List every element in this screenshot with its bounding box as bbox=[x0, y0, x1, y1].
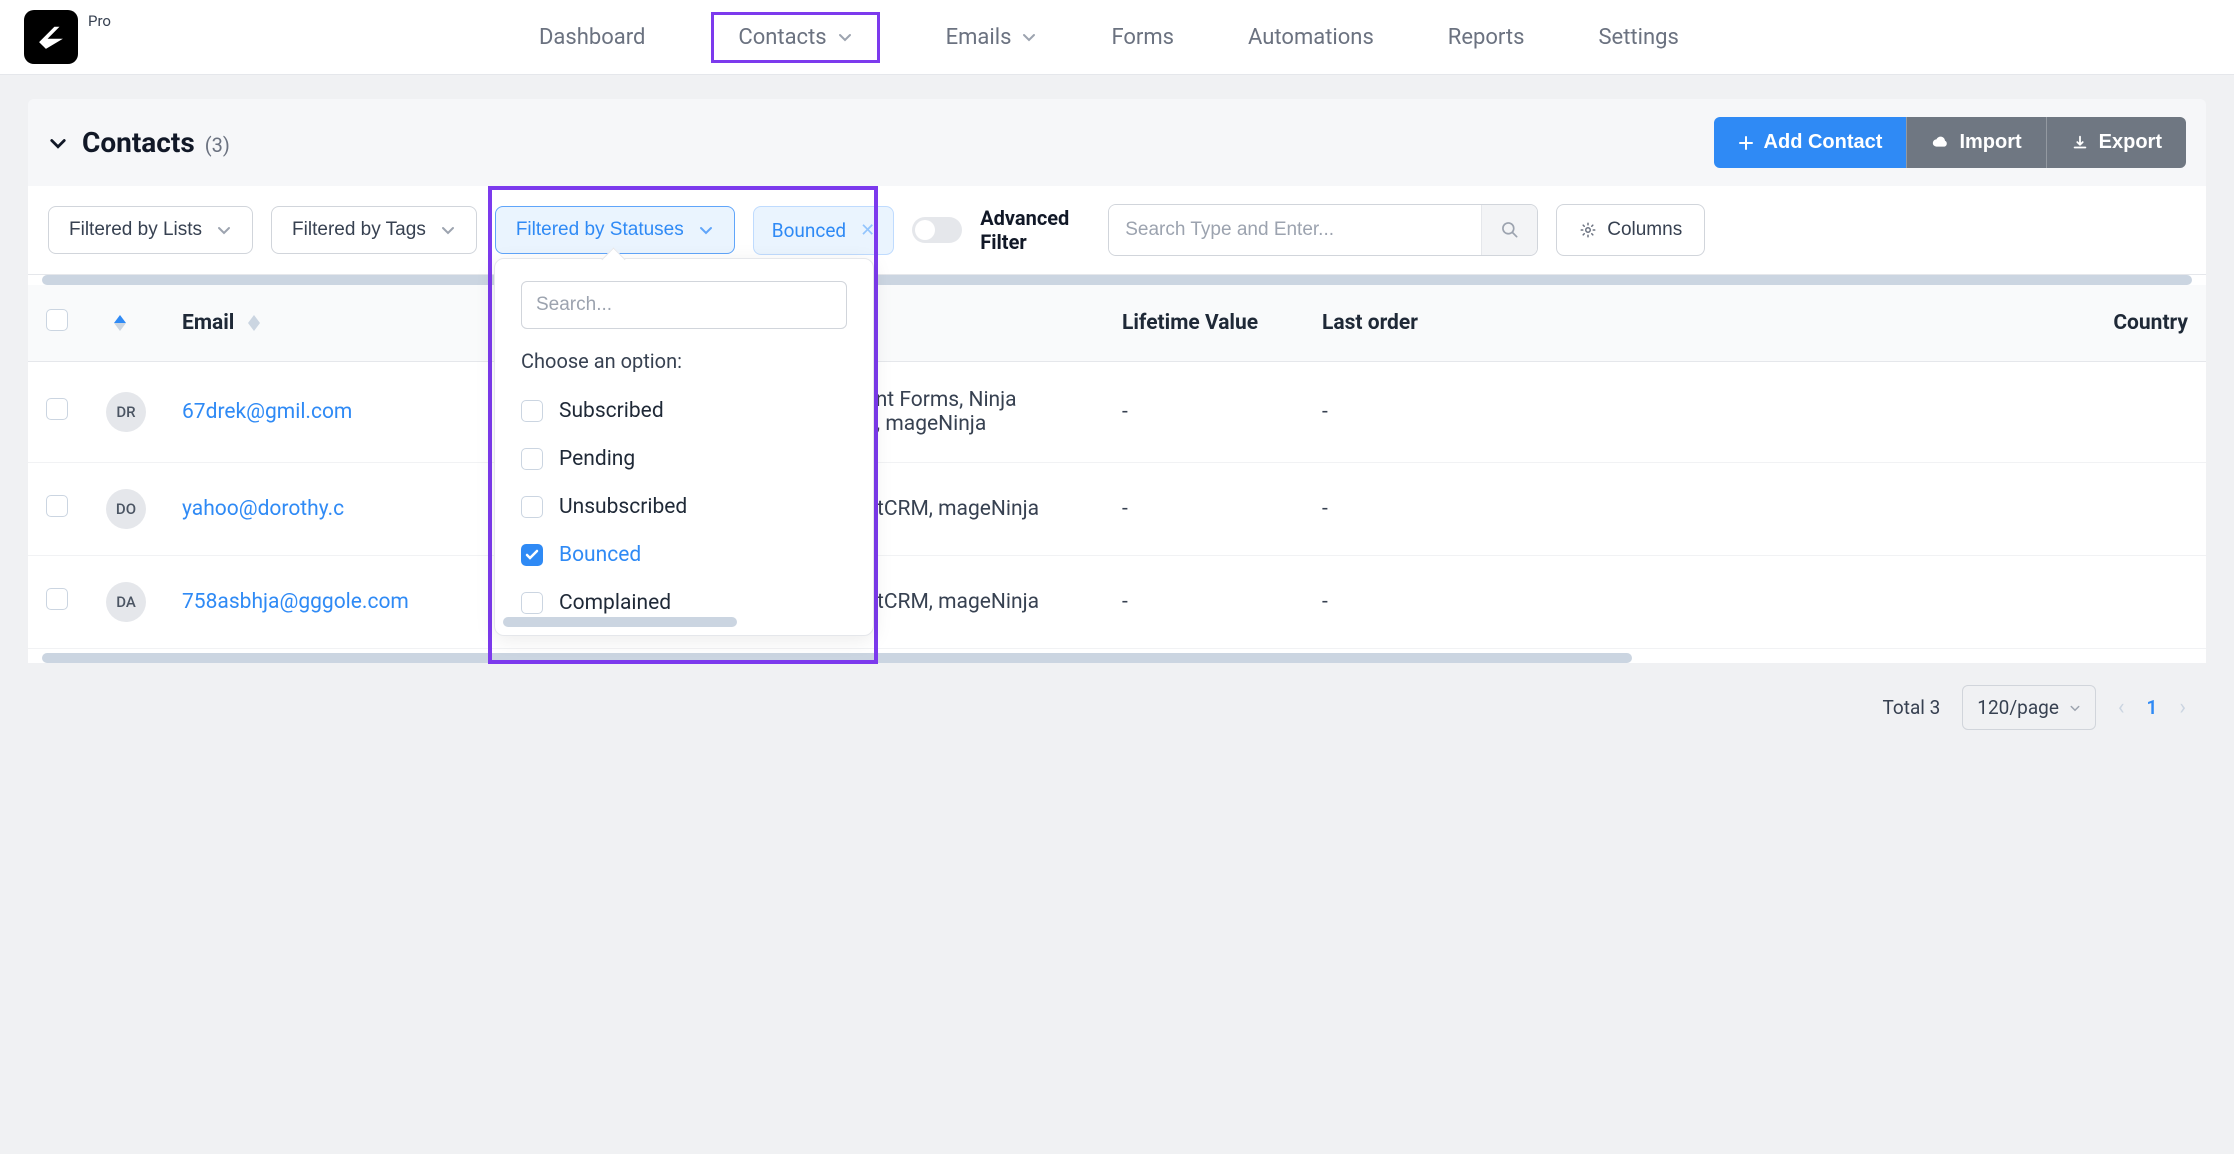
main-nav: Dashboard Contacts Emails Forms Automati… bbox=[531, 12, 1687, 63]
checkbox[interactable] bbox=[521, 400, 543, 422]
contact-last-order: - bbox=[1304, 556, 1504, 649]
search-icon bbox=[1500, 220, 1520, 240]
contact-lifetime: - bbox=[1104, 463, 1304, 556]
col-lifetime[interactable]: Lifetime Value bbox=[1104, 285, 1304, 362]
status-dropdown: Choose an option: SubscribedPendingUnsub… bbox=[494, 258, 874, 636]
plus-icon bbox=[1738, 135, 1754, 151]
header-actions: Add Contact Import Export bbox=[1714, 117, 2186, 168]
filter-lists[interactable]: Filtered by Lists bbox=[48, 206, 253, 254]
nav-contacts[interactable]: Contacts bbox=[711, 12, 879, 63]
contact-email-link[interactable]: 67drek@gmil.com bbox=[182, 400, 352, 424]
search-input[interactable] bbox=[1109, 205, 1481, 255]
table-row[interactable]: DO yahoo@dorothy.c Do o.io, FluentCRM, m… bbox=[28, 463, 2206, 556]
checkbox[interactable] bbox=[521, 592, 543, 614]
gear-icon bbox=[1579, 221, 1597, 239]
status-option-pending[interactable]: Pending bbox=[521, 435, 847, 483]
export-button[interactable]: Export bbox=[2046, 117, 2186, 168]
chevron-down-icon bbox=[216, 222, 232, 238]
chevron-down-icon bbox=[440, 222, 456, 238]
nav-dashboard[interactable]: Dashboard bbox=[531, 12, 653, 63]
table-row[interactable]: DA 758asbhja@gggole.com Da o.io, FluentC… bbox=[28, 556, 2206, 649]
status-dropdown-search[interactable] bbox=[521, 281, 847, 329]
filter-statuses[interactable]: Filtered by Statuses bbox=[495, 206, 735, 254]
chevron-down-icon[interactable] bbox=[48, 133, 68, 153]
filter-tags[interactable]: Filtered by Tags bbox=[271, 206, 477, 254]
chevron-down-icon bbox=[837, 29, 853, 45]
app-header: Pro Dashboard Contacts Emails Forms Auto… bbox=[0, 0, 2234, 75]
advanced-filter-toggle[interactable] bbox=[912, 217, 962, 243]
contact-lifetime: - bbox=[1104, 362, 1304, 463]
status-option-subscribed[interactable]: Subscribed bbox=[521, 387, 847, 435]
chevron-down-icon bbox=[2069, 702, 2081, 714]
row-checkbox[interactable] bbox=[46, 495, 68, 517]
select-all-checkbox[interactable] bbox=[46, 309, 68, 331]
search-box[interactable] bbox=[1108, 204, 1538, 256]
advanced-filter-label: Advanced Filter bbox=[980, 206, 1090, 254]
close-icon[interactable]: ✕ bbox=[860, 220, 875, 241]
checkbox[interactable] bbox=[521, 544, 543, 566]
dropdown-heading: Choose an option: bbox=[521, 349, 847, 373]
per-page-select[interactable]: 120/page bbox=[1962, 685, 2096, 730]
row-checkbox[interactable] bbox=[46, 588, 68, 610]
chevron-down-icon bbox=[1021, 29, 1037, 45]
col-country[interactable]: Country bbox=[1504, 285, 2206, 362]
download-icon bbox=[2071, 134, 2089, 152]
nav-settings[interactable]: Settings bbox=[1590, 12, 1686, 63]
scrollbar-horiz-top[interactable] bbox=[42, 275, 2192, 285]
contacts-table: Email Na nies Lifetime Value Last order … bbox=[28, 285, 2206, 649]
chevron-down-icon bbox=[698, 222, 714, 238]
contact-last-order: - bbox=[1304, 463, 1504, 556]
search-button[interactable] bbox=[1481, 205, 1537, 255]
pager-next[interactable]: › bbox=[2179, 695, 2186, 720]
checkbox[interactable] bbox=[521, 448, 543, 470]
pager-prev[interactable]: ‹ bbox=[2118, 695, 2125, 720]
logo-icon bbox=[34, 20, 68, 54]
pager: Total 3 120/page ‹ 1 › bbox=[28, 667, 2206, 748]
columns-button[interactable]: Columns bbox=[1556, 204, 1705, 256]
pro-label: Pro bbox=[88, 12, 111, 30]
logo-wrap: Pro bbox=[24, 10, 111, 64]
filter-chip-bounced[interactable]: Bounced ✕ bbox=[753, 206, 894, 255]
status-option-bounced[interactable]: Bounced bbox=[521, 531, 847, 579]
contact-email-link[interactable]: 758asbhja@gggole.com bbox=[182, 590, 409, 614]
contact-lifetime: - bbox=[1104, 556, 1304, 649]
contact-count: (3) bbox=[205, 133, 230, 157]
contact-last-order: - bbox=[1304, 362, 1504, 463]
avatar: DA bbox=[106, 582, 146, 622]
page-title: Contacts (3) bbox=[82, 126, 230, 159]
page-header: Contacts (3) Add Contact Import Export bbox=[28, 99, 2206, 186]
scrollbar-horiz-bottom[interactable] bbox=[42, 653, 1632, 663]
avatar: DO bbox=[106, 489, 146, 529]
cloud-import-icon bbox=[1931, 134, 1949, 152]
sort-control[interactable] bbox=[248, 315, 260, 331]
contact-email-link[interactable]: yahoo@dorothy.c bbox=[182, 497, 344, 521]
col-last-order[interactable]: Last order bbox=[1304, 285, 1504, 362]
nav-emails[interactable]: Emails bbox=[938, 12, 1046, 63]
status-option-unsubscribed[interactable]: Unsubscribed bbox=[521, 483, 847, 531]
row-checkbox[interactable] bbox=[46, 398, 68, 420]
nav-reports[interactable]: Reports bbox=[1440, 12, 1533, 63]
nav-forms[interactable]: Forms bbox=[1103, 12, 1182, 63]
pager-page[interactable]: 1 bbox=[2147, 696, 2158, 719]
app-logo bbox=[24, 10, 78, 64]
sort-control[interactable] bbox=[114, 315, 126, 331]
checkbox[interactable] bbox=[521, 496, 543, 518]
nav-automations[interactable]: Automations bbox=[1240, 12, 1382, 63]
contacts-table-wrap: Email Na nies Lifetime Value Last order … bbox=[28, 275, 2206, 663]
filter-bar: Filtered by Lists Filtered by Tags Filte… bbox=[28, 186, 2206, 275]
pager-total: Total 3 bbox=[1882, 696, 1940, 719]
col-email[interactable]: Email bbox=[164, 285, 504, 362]
avatar: DR bbox=[106, 392, 146, 432]
table-row[interactable]: DR 67drek@gmil.com Dr CRM, Fluent Forms,… bbox=[28, 362, 2206, 463]
add-contact-button[interactable]: Add Contact bbox=[1714, 117, 1907, 168]
import-button[interactable]: Import bbox=[1906, 117, 2045, 168]
scrollbar-thumb[interactable] bbox=[503, 617, 737, 627]
